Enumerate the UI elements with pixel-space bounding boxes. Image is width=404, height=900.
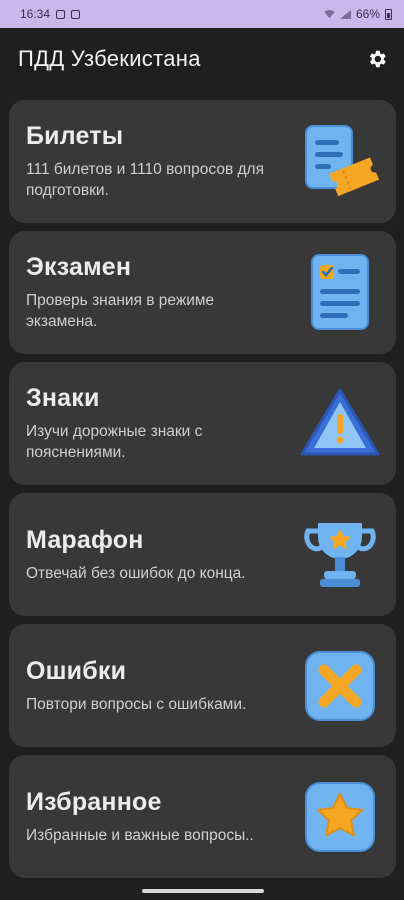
star-icon bbox=[298, 775, 382, 859]
wifi-icon bbox=[324, 9, 335, 18]
card-title: Экзамен bbox=[26, 253, 132, 281]
status-bar: 16:34 66% bbox=[0, 0, 404, 28]
menu-cards: Билеты 111 билетов и 1110 вопросов для п… bbox=[9, 100, 396, 886]
card-description: 111 билетов и 1110 вопросов для подготов… bbox=[26, 161, 264, 199]
ticket-icon bbox=[298, 120, 382, 204]
battery-percent: 66% bbox=[355, 7, 380, 21]
exam-checklist-icon bbox=[298, 251, 382, 335]
app-title: ПДД Узбекистана bbox=[18, 46, 201, 71]
card-signs[interactable]: Знаки Изучи дорожные знаки с пояснениями… bbox=[9, 362, 396, 485]
warning-sign-icon bbox=[298, 382, 382, 466]
trophy-icon bbox=[298, 513, 382, 597]
card-exam[interactable]: Экзамен Проверь знания в режиме экзамена… bbox=[9, 231, 396, 354]
card-description: Проверь знания в режиме экзамена. bbox=[26, 292, 215, 330]
status-time: 16:34 bbox=[20, 7, 51, 21]
card-marathon[interactable]: Марафон Отвечай без ошибок до конца. bbox=[9, 493, 396, 616]
signal-icon bbox=[340, 9, 351, 19]
app-bar: ПДД Узбекистана bbox=[0, 28, 404, 90]
card-title: Ошибки bbox=[26, 656, 127, 685]
card-title: Избранное bbox=[26, 787, 162, 816]
card-mistakes[interactable]: Ошибки Повтори вопросы с ошибками. bbox=[9, 624, 396, 747]
card-description: Отвечай без ошибок до конца. bbox=[26, 564, 246, 582]
battery-icon bbox=[385, 8, 392, 20]
settings-button[interactable] bbox=[364, 46, 390, 72]
card-description: Избранные и важные вопросы.. bbox=[26, 826, 254, 844]
card-title: Марафон bbox=[26, 525, 144, 554]
notification-icon bbox=[71, 9, 81, 19]
card-description: Изучи дорожные знаки с пояснениями. bbox=[26, 423, 203, 461]
home-indicator[interactable] bbox=[142, 889, 264, 893]
cross-mark-icon bbox=[298, 644, 382, 728]
card-tickets[interactable]: Билеты 111 билетов и 1110 вопросов для п… bbox=[9, 100, 396, 223]
card-title: Билеты bbox=[26, 122, 124, 150]
gear-icon bbox=[369, 50, 386, 68]
card-description: Повтори вопросы с ошибками. bbox=[26, 695, 247, 713]
card-title: Знаки bbox=[26, 384, 100, 412]
notification-icon bbox=[56, 9, 66, 19]
card-favorites[interactable]: Избранное Избранные и важные вопросы.. bbox=[9, 755, 396, 878]
